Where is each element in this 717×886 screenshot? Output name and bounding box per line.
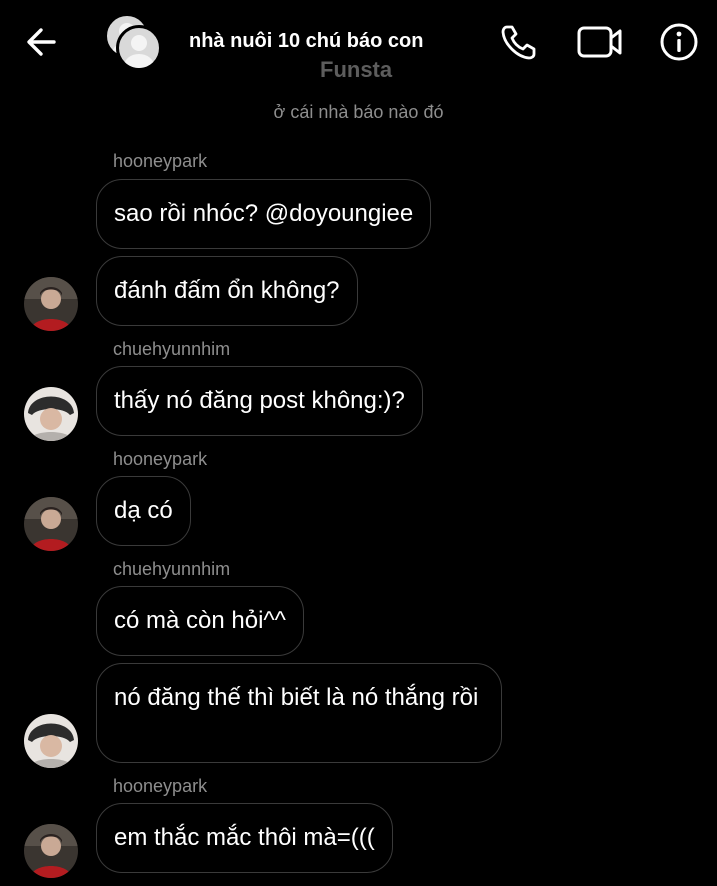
back-arrow-icon: [27, 28, 56, 56]
message-text: thấy nó đăng post không:)?: [114, 387, 405, 414]
message-bubble[interactable]: nó đăng thế thì biết là nó thắng rồi: [96, 663, 502, 763]
call-button[interactable]: [497, 20, 541, 64]
chat-header: nhà nuôi 10 chú báo con Funsta: [0, 0, 717, 92]
message-text: nó đăng thế thì biết là nó thắng rồi: [114, 684, 479, 711]
sender-name: hooneypark: [113, 776, 208, 796]
message-text: dạ có: [114, 497, 173, 524]
phone-icon: [501, 25, 536, 60]
message-text: em thắc mắc thôi mà=(((: [114, 824, 375, 851]
avatar-photo: [24, 277, 78, 331]
nickname-notice: ở cái nhà báo nào đó: [273, 102, 444, 122]
avatar[interactable]: [24, 714, 78, 768]
message-bubble[interactable]: em thắc mắc thôi mà=(((: [96, 803, 393, 873]
message-bubble[interactable]: có mà còn hỏi^^: [96, 586, 304, 656]
sender-name: hooneypark: [113, 449, 208, 469]
message-text: có mà còn hỏi^^: [114, 607, 286, 634]
avatar-photo: [24, 387, 78, 441]
sender-name: chuehyunnhim: [113, 559, 231, 579]
avatar-photo: [24, 497, 78, 551]
message-bubble[interactable]: đánh đấm ổn không?: [96, 256, 358, 326]
avatar[interactable]: [24, 497, 78, 551]
video-call-button[interactable]: [576, 20, 622, 64]
message-bubble[interactable]: thấy nó đăng post không:)?: [96, 366, 423, 436]
info-icon: [660, 23, 698, 61]
message-bubble[interactable]: dạ có: [96, 476, 191, 546]
sender-name: hooneypark: [113, 151, 208, 171]
sender-name: chuehyunnhim: [113, 339, 231, 359]
avatar-photo: [24, 824, 78, 878]
message-text: sao rồi nhóc? @doyoungiee: [114, 200, 414, 227]
back-button[interactable]: [22, 24, 62, 60]
group-avatar-placeholder-front: [116, 25, 162, 71]
video-camera-icon: [577, 26, 622, 58]
info-button[interactable]: [657, 20, 701, 64]
avatar[interactable]: [24, 277, 78, 331]
group-avatar[interactable]: [104, 13, 166, 73]
chat-title[interactable]: nhà nuôi 10 chú báo con: [189, 30, 423, 53]
avatar-photo: [24, 714, 78, 768]
message-text: đánh đấm ổn không?: [114, 277, 340, 304]
avatar[interactable]: [24, 824, 78, 878]
chat-subtitle: Funsta: [320, 57, 393, 82]
avatar[interactable]: [24, 387, 78, 441]
message-bubble[interactable]: sao rồi nhóc? @doyoungiee: [96, 179, 432, 249]
